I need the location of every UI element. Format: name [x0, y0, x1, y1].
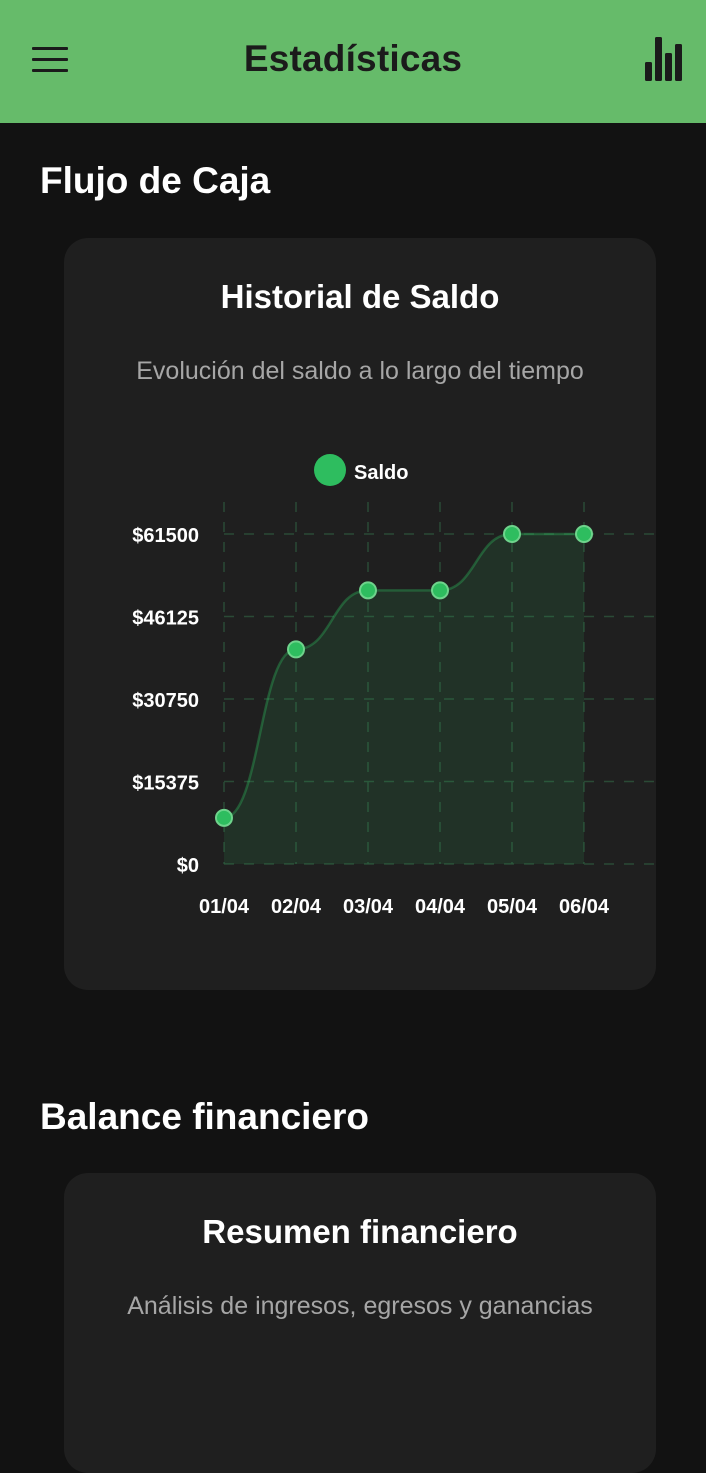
financial-summary-subtitle: Análisis de ingresos, egresos y ganancia…: [127, 1292, 593, 1320]
x-tick-label: 01/04: [199, 896, 250, 918]
saldo-data-point: [431, 581, 449, 600]
saldo-data-point: [287, 640, 305, 659]
legend-marker-saldo: [314, 454, 346, 486]
x-tick-label: 05/04: [487, 896, 538, 918]
y-tick-label: $46125: [132, 608, 199, 630]
x-tick-label: 04/04: [415, 896, 466, 918]
legend-label-saldo: Saldo: [354, 462, 408, 484]
saldo-data-point: [575, 525, 593, 543]
saldo-area: [224, 534, 584, 864]
financial-summary-card: Resumen financiero Análisis de ingresos,…: [64, 1173, 656, 1473]
statistics-button[interactable]: [640, 32, 690, 86]
balance-history-chart: $0 $15375 $30750 $46125 $61500 01/04 02/04 03/0…: [132, 454, 656, 918]
financial-balance-section-title: Balance financiero: [40, 1096, 370, 1137]
y-tick-label: $30750: [132, 690, 199, 712]
x-tick-label: 06/04: [559, 896, 610, 918]
bar-chart-icon: [645, 37, 682, 81]
saldo-data-point: [503, 525, 521, 543]
balance-history-card: Historial de Saldo Evolución del saldo a…: [64, 238, 656, 990]
cash-flow-section-title: Flujo de Caja: [40, 160, 271, 201]
app-bar: Estadísticas: [0, 0, 706, 123]
saldo-data-point: [359, 581, 377, 600]
y-tick-label: $15375: [132, 773, 199, 795]
x-tick-label: 02/04: [271, 896, 322, 918]
saldo-data-point: [215, 808, 233, 827]
financial-summary-title: Resumen financiero: [202, 1213, 518, 1250]
page-title: Estadísticas: [243, 38, 463, 79]
y-tick-label: $61500: [132, 525, 199, 547]
x-tick-label: 03/04: [343, 896, 394, 918]
y-tick-label: $0: [177, 855, 199, 877]
